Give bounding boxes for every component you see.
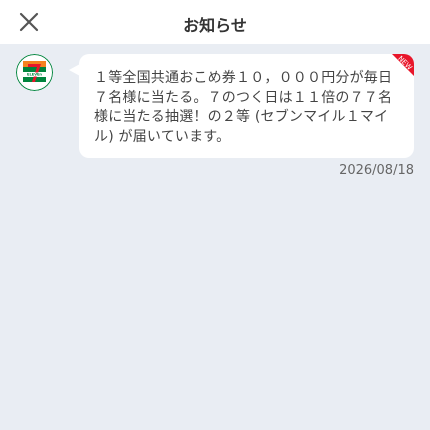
logo-text: ELEVEn	[27, 73, 42, 77]
seven-eleven-logo-avatar: ELEVEn	[16, 54, 53, 91]
seven-eleven-logo-icon: ELEVEn	[16, 54, 53, 91]
notification-message: １等全国共通おこめ券１０，０００円分が毎日７名様に当たる。７のつく日は１１倍の７…	[94, 70, 393, 145]
app-header: お知らせ	[0, 0, 430, 44]
notification-date: 2026/08/18	[339, 163, 414, 178]
notification-bubble[interactable]: １等全国共通おこめ券１０，０００円分が毎日７名様に当たる。７のつく日は１１倍の７…	[79, 54, 414, 158]
page-title: お知らせ	[183, 16, 247, 35]
new-badge: NEW	[382, 54, 414, 86]
